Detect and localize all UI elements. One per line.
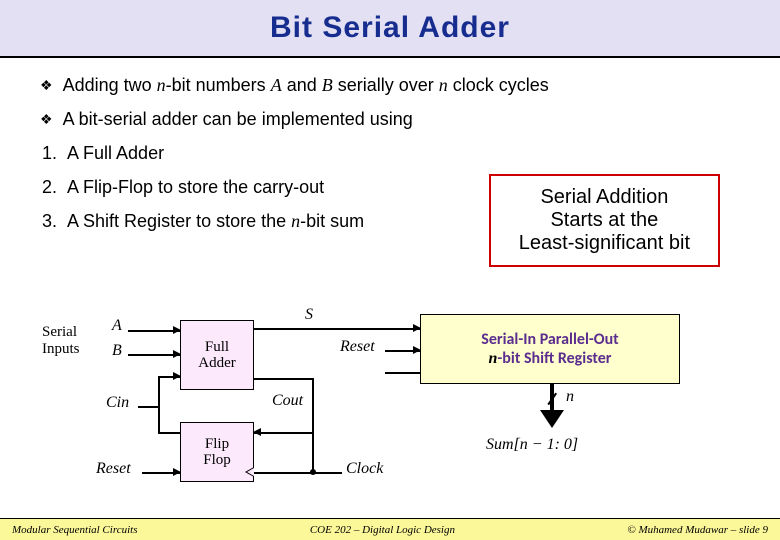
callout-l2: Starts at the	[519, 209, 690, 232]
b1-n1: n	[157, 75, 166, 95]
wire-cout-v	[312, 378, 314, 432]
label-A: A	[112, 317, 122, 335]
diamond-icon: ❖	[40, 111, 53, 127]
wire-cout-h	[254, 378, 314, 380]
b1-A: A	[271, 75, 282, 95]
wire-clk-junction	[312, 432, 314, 472]
wire-cin-h	[138, 406, 160, 408]
wire-a	[128, 330, 180, 332]
ff-label: Flip Flop	[203, 436, 231, 469]
b1-t4: serially over	[333, 75, 439, 95]
n3-n: n	[291, 211, 300, 231]
callout-l1: Serial Addition	[519, 186, 690, 209]
b1-n2: n	[439, 75, 448, 95]
footer-right: © Muhamed Mudawar – slide 9	[627, 524, 768, 536]
wire-ff-q-v	[158, 406, 160, 434]
title-band: Bit Serial Adder	[0, 0, 780, 58]
label-sum: Sum[n − 1: 0]	[486, 436, 578, 454]
wire-ff-q-h	[158, 432, 180, 434]
footer-left: Modular Sequential Circuits	[12, 524, 137, 536]
wire-s	[254, 328, 420, 330]
b1-t2: -bit numbers	[166, 75, 271, 95]
slide-title: Bit Serial Adder	[270, 11, 510, 45]
full-adder-box: Full Adder	[180, 320, 254, 390]
sr-line1: Serial-In Parallel-Out	[481, 330, 618, 349]
bus-arrow-icon	[540, 410, 564, 428]
footer: Modular Sequential Circuits COE 202 – Di…	[0, 518, 780, 540]
wire-reset-sr	[385, 350, 420, 352]
b1-t3: and	[282, 75, 322, 95]
label-bus-n: n	[566, 388, 574, 406]
callout-l3: Least-significant bit	[519, 232, 690, 255]
label-reset-sr: Reset	[340, 338, 375, 356]
n3-pre: A Shift Register to store the	[67, 211, 291, 231]
footer-center: COE 202 – Digital Logic Design	[310, 524, 455, 536]
fa-label: Full Adder	[198, 339, 236, 372]
num-item-1: 1. A Full Adder	[42, 140, 740, 168]
ff-clk-tri-inner	[247, 468, 254, 476]
callout-box: Serial Addition Starts at the Least-sign…	[489, 174, 720, 267]
label-reset-ff: Reset	[96, 460, 131, 478]
wire-b	[128, 354, 180, 356]
label-B: B	[112, 342, 122, 360]
n2-text: A Flip-Flop to store the carry-out	[67, 177, 324, 197]
label-S: S	[305, 306, 313, 324]
wire-clk-ff	[254, 472, 342, 474]
bullet-1: ❖ Adding two n-bit numbers A and B seria…	[40, 72, 740, 100]
diamond-icon: ❖	[40, 77, 53, 93]
serial-inputs-label: SerialInputs	[42, 324, 80, 359]
b1-t1: Adding two	[63, 75, 157, 95]
label-cin: Cin	[106, 394, 129, 412]
b1-t5: clock cycles	[448, 75, 549, 95]
label-clock: Clock	[346, 460, 383, 478]
wire-cout-in-ff	[254, 432, 314, 434]
wire-clk-sr	[385, 372, 420, 374]
b2-text: A bit-serial adder can be implemented us…	[63, 109, 413, 129]
wire-cin-in	[158, 376, 180, 378]
sr-line2: -bit Shift Register	[497, 349, 611, 368]
n1-text: A Full Adder	[67, 143, 164, 163]
b1-B: B	[322, 75, 333, 95]
shift-register-box: Serial-In Parallel-Out n-bit Shift Regis…	[420, 314, 680, 384]
wire-cin-v	[158, 376, 160, 406]
wire-reset-ff	[142, 472, 180, 474]
diagram: SerialInputs A B Full Adder S Reset Seri…	[50, 320, 730, 500]
bullet-2: ❖ A bit-serial adder can be implemented …	[40, 106, 740, 134]
n3-post: -bit sum	[300, 211, 364, 231]
label-cout: Cout	[272, 392, 303, 410]
flip-flop-box: Flip Flop	[180, 422, 254, 482]
